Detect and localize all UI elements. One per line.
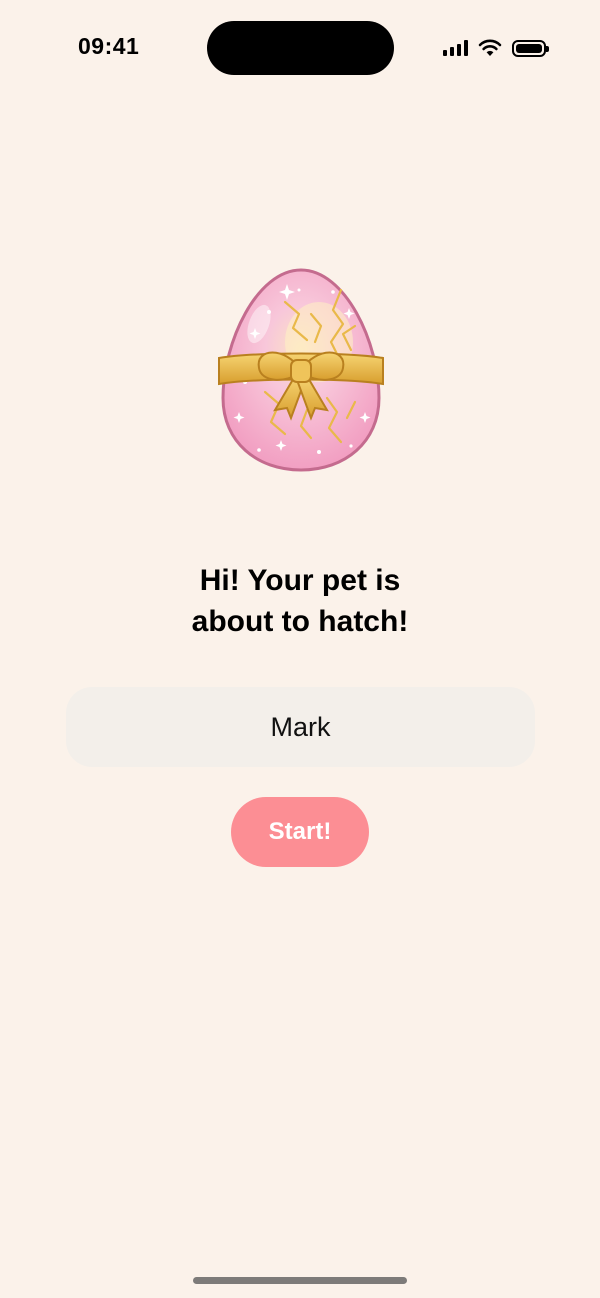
pet-name-input[interactable] <box>66 687 535 767</box>
pink-egg-with-gold-bow-icon <box>218 268 384 472</box>
status-icons <box>443 37 549 59</box>
title-line-1: Hi! Your pet is <box>199 564 401 597</box>
wifi-icon <box>478 39 502 56</box>
start-button[interactable]: Start! <box>231 797 369 867</box>
home-indicator[interactable] <box>193 1277 407 1284</box>
battery-icon <box>512 39 549 57</box>
cellular-signal-icon <box>443 40 468 56</box>
status-time: 09:41 <box>78 33 140 59</box>
title-line-2: about to hatch! <box>191 605 409 638</box>
egg-illustration <box>215 262 387 476</box>
page-title: Hi! Your pet is about to hatch! <box>0 560 600 642</box>
dynamic-island <box>207 21 394 75</box>
